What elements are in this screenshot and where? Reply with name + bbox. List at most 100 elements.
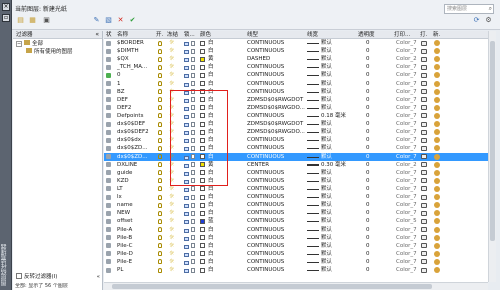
expand-toggle-icon[interactable]: −	[16, 41, 22, 47]
table-row[interactable]: Pile-E ☼ 白 CONTINUOUS 默认 0 Color_7	[104, 258, 488, 266]
linetype-value[interactable]: CONTINUOUS	[247, 112, 284, 120]
sun-icon[interactable]: ☼	[169, 185, 174, 193]
printer-icon[interactable]	[421, 186, 427, 192]
transparency-value[interactable]: 0	[366, 136, 370, 144]
linetype-value[interactable]: CENTER	[247, 161, 269, 169]
bulb-icon[interactable]	[158, 210, 162, 216]
lock-icon[interactable]	[184, 244, 189, 249]
new-viewport-freeze-icon[interactable]	[434, 96, 440, 103]
lineweight-value[interactable]: 默认	[321, 63, 332, 71]
new-viewport-freeze-icon[interactable]	[434, 185, 440, 192]
col-color[interactable]: 颜色	[200, 31, 211, 39]
table-row[interactable]: dx$0$ZD... ☼ 白 CONTINUOUS 默认 0 Color_7	[104, 144, 488, 152]
transparency-value[interactable]: 0	[366, 217, 370, 225]
new-viewport-freeze-icon[interactable]	[434, 161, 440, 168]
printer-icon[interactable]	[421, 48, 427, 54]
table-row[interactable]: offset ☼ 蓝 CONTINUOUS 默认 0 Color_5	[104, 217, 488, 225]
table-row[interactable]: Pile-D ☼ 白 CONTINUOUS 默认 0 Color_7	[104, 250, 488, 258]
transparency-value[interactable]: 0	[366, 120, 370, 128]
bulb-icon[interactable]	[158, 154, 162, 160]
refresh-icon[interactable]: ⟳	[471, 15, 482, 25]
search-input[interactable]: 搜索图层	[444, 4, 494, 14]
table-row[interactable]: Pile-B ☼ 白 CONTINUOUS 默认 0 Color_7	[104, 234, 488, 242]
lineweight-value[interactable]: 默认	[321, 169, 332, 177]
new-group-filter-icon[interactable]: ▦	[27, 15, 38, 25]
color-swatch[interactable]	[200, 202, 205, 208]
tree-node-all[interactable]: − 全部	[13, 40, 102, 48]
unlock-icon[interactable]	[191, 40, 195, 46]
color-swatch[interactable]	[200, 243, 205, 249]
layer-name[interactable]: DEF	[117, 96, 128, 104]
new-viewport-freeze-icon[interactable]	[434, 250, 440, 257]
table-row[interactable]: DEF2 ☼ 白 ZDMSD$0$RWGDO... 默认 0 Color_7	[104, 104, 488, 112]
lock-icon[interactable]	[184, 50, 189, 55]
bulb-icon[interactable]	[158, 72, 162, 78]
bulb-icon[interactable]	[158, 64, 162, 70]
linetype-value[interactable]: DASHED	[247, 55, 270, 63]
layer-name[interactable]: $DIMTH	[117, 47, 139, 55]
lock-icon[interactable]	[184, 196, 189, 201]
lineweight-value[interactable]: 默认	[321, 209, 332, 217]
printer-icon[interactable]	[421, 113, 427, 119]
new-viewport-freeze-icon[interactable]	[434, 242, 440, 249]
transparency-value[interactable]: 0	[366, 226, 370, 234]
table-row[interactable]: $QX ☼ 黄 DASHED 默认 0 Color_2	[104, 55, 488, 63]
layer-name[interactable]: Pile-D	[117, 250, 133, 258]
sun-icon[interactable]: ☼	[169, 258, 174, 266]
new-layer-icon[interactable]: ✎	[91, 15, 102, 25]
new-viewport-freeze-icon[interactable]	[434, 64, 440, 71]
table-row[interactable]: dx$0$DEF ☼ 白 ZDMSD$0$RWGDOT 默认 0 Color_7	[104, 120, 488, 128]
layer-name[interactable]: dx$0$dx	[117, 136, 141, 144]
linetype-value[interactable]: CONTINUOUS	[247, 266, 284, 274]
bulb-icon[interactable]	[158, 145, 162, 151]
bulb-icon[interactable]	[158, 162, 162, 168]
lineweight-value[interactable]: 默认	[321, 47, 332, 55]
lineweight-value[interactable]: 默认	[321, 136, 332, 144]
unlock-icon[interactable]	[191, 72, 195, 78]
lineweight-value[interactable]: 默认	[321, 185, 332, 193]
lineweight-value[interactable]: 默认	[321, 193, 332, 201]
color-name[interactable]: 黄	[208, 55, 214, 63]
printer-icon[interactable]	[421, 129, 427, 135]
table-row[interactable]: Defpoints ☼ 白 CONTINUOUS 0.18 毫米 0 Color_7	[104, 112, 488, 120]
layer-name[interactable]: DXLINE	[117, 161, 137, 169]
new-viewport-freeze-icon[interactable]	[434, 72, 440, 79]
lineweight-value[interactable]: 默认	[321, 120, 332, 128]
new-viewport-freeze-icon[interactable]	[434, 48, 440, 55]
col-plotstyle[interactable]: 打印...	[394, 31, 410, 39]
table-row[interactable]: name ☼ 白 CONTINUOUS 默认 0 Color_7	[104, 201, 488, 209]
lock-icon[interactable]	[184, 220, 189, 225]
color-name[interactable]: 蓝	[208, 217, 214, 225]
lineweight-value[interactable]: 默认	[321, 88, 332, 96]
printer-icon[interactable]	[421, 64, 427, 70]
color-name[interactable]: 白	[208, 47, 214, 55]
transparency-value[interactable]: 0	[366, 112, 370, 120]
color-swatch[interactable]	[200, 48, 205, 54]
sun-icon[interactable]: ☼	[169, 63, 174, 71]
color-swatch[interactable]	[200, 259, 205, 265]
sun-icon[interactable]: ☼	[169, 47, 174, 55]
new-viewport-freeze-icon[interactable]	[434, 169, 440, 176]
table-row[interactable]: guide ☼ 白 CONTINUOUS 默认 0 Color_7	[104, 169, 488, 177]
new-viewport-freeze-icon[interactable]	[434, 267, 440, 274]
linetype-value[interactable]: CONTINUOUS	[247, 185, 284, 193]
lineweight-value[interactable]: 默认	[321, 55, 332, 63]
color-swatch[interactable]	[200, 81, 205, 87]
bulb-icon[interactable]	[158, 89, 162, 95]
lock-icon[interactable]	[184, 260, 189, 265]
col-newvp[interactable]: 新.	[433, 31, 440, 39]
sun-icon[interactable]: ☼	[169, 55, 174, 63]
table-row[interactable]: Pile-A ☼ 白 CONTINUOUS 默认 0 Color_7	[104, 226, 488, 234]
layer-name[interactable]: Pile-B	[117, 234, 132, 242]
printer-icon[interactable]	[421, 202, 427, 208]
bulb-icon[interactable]	[158, 186, 162, 192]
col-lineweight[interactable]: 线宽	[307, 31, 318, 39]
lineweight-value[interactable]: 默认	[321, 96, 332, 104]
color-swatch[interactable]	[200, 267, 205, 273]
sun-icon[interactable]: ☼	[169, 209, 174, 217]
layer-name[interactable]: 1	[117, 80, 121, 88]
new-viewport-freeze-icon[interactable]	[434, 218, 440, 225]
layer-name[interactable]: Pile-A	[117, 226, 132, 234]
transparency-value[interactable]: 0	[366, 71, 370, 79]
printer-icon[interactable]	[421, 56, 427, 62]
